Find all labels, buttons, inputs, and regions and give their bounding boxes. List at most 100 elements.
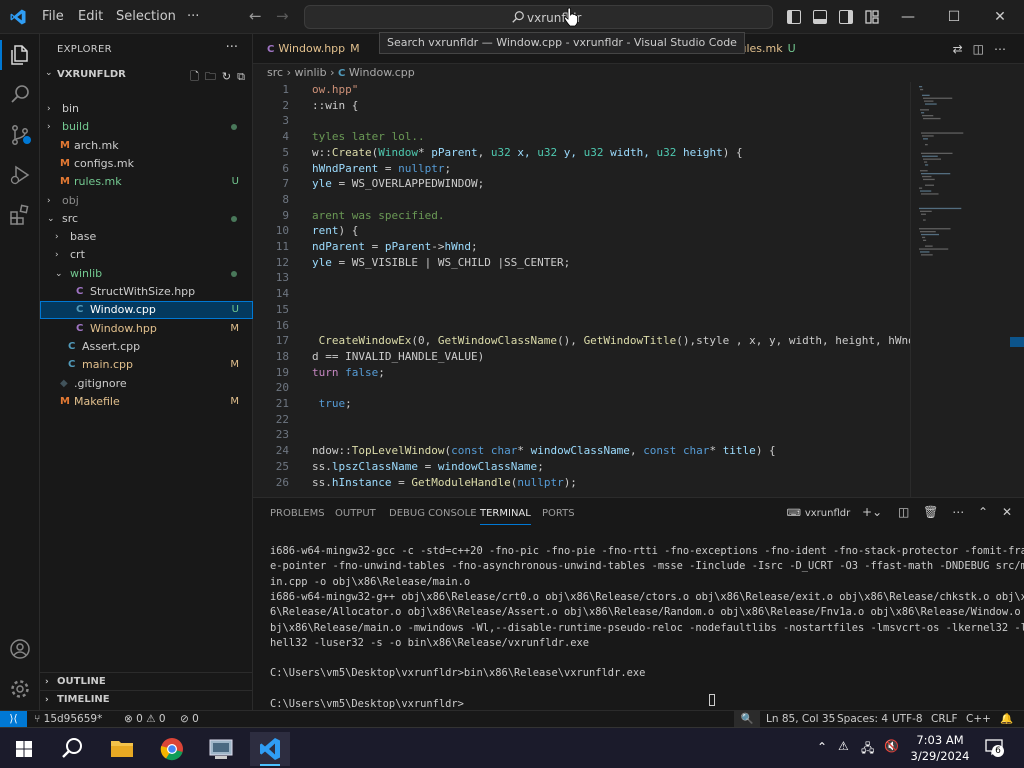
customize-layout-icon[interactable] xyxy=(865,10,879,24)
vscode-logo-icon[interactable] xyxy=(9,8,27,26)
nav-forward-icon[interactable]: → xyxy=(276,7,289,25)
code-token: nullptr xyxy=(398,161,445,175)
tab-output[interactable]: OUTPUT xyxy=(335,508,376,519)
windows-start-button[interactable] xyxy=(4,732,44,766)
network-warning-icon[interactable]: ⚠ xyxy=(838,739,849,753)
encoding-status[interactable]: UTF-8 xyxy=(892,711,923,727)
indentation-status[interactable]: Spaces: 4 xyxy=(837,711,888,727)
file-item-rules-mk[interactable]: Mrules.mk U xyxy=(40,173,253,191)
run-debug-icon[interactable] xyxy=(8,163,32,187)
file-item-main-cpp[interactable]: Cmain.cpp M xyxy=(40,356,253,374)
terminal-line: i686-w64-mingw32-g++ obj\x86\Release/crt… xyxy=(270,590,1024,603)
file-item--gitignore[interactable]: ◆ .gitignore xyxy=(40,375,253,393)
cursor-position[interactable]: Ln 85, Col 35 xyxy=(766,711,835,727)
taskbar-clock[interactable]: 7:03 AM 3/29/2024 xyxy=(900,732,980,764)
accounts-icon[interactable] xyxy=(8,637,32,661)
project-header[interactable]: ⌄ VXRUNFLDR 🗋 🗀 ↻ ⧉ xyxy=(40,65,253,85)
folder-item-build[interactable]: › build xyxy=(40,118,253,136)
problems-status[interactable]: ⊗ 0 ⚠ 0 xyxy=(124,711,166,727)
tab-window-hpp[interactable]: C Window.hpp M xyxy=(267,34,385,64)
eol-status[interactable]: CRLF xyxy=(931,711,958,727)
editor-scrollbar[interactable] xyxy=(1010,82,1024,497)
menu-file[interactable]: File xyxy=(42,9,64,24)
tab-debug-console[interactable]: DEBUG CONSOLE xyxy=(389,508,477,519)
taskbar-search-button[interactable] xyxy=(52,732,92,766)
tab-ports[interactable]: PORTS xyxy=(542,508,575,519)
menu-selection[interactable]: Selection xyxy=(116,9,176,24)
branch-status[interactable]: ⑂ 15d95659* xyxy=(34,711,102,727)
command-center-search[interactable]: vxrunfldr xyxy=(304,5,773,29)
minimap[interactable] xyxy=(910,82,1010,497)
outline-section[interactable]: › OUTLINE xyxy=(40,672,253,690)
menu-edit[interactable]: Edit xyxy=(78,9,103,24)
breadcrumb-winlib[interactable]: winlib xyxy=(294,66,326,79)
show-hidden-icons-icon[interactable]: ⌃ xyxy=(817,740,827,754)
terminal-name[interactable]: vxrunfldr xyxy=(805,508,850,519)
toggle-panel-icon[interactable] xyxy=(813,10,827,24)
source-control-icon[interactable] xyxy=(8,123,32,147)
breadcrumb-src[interactable]: src xyxy=(267,66,283,79)
file-item-window-hpp[interactable]: C Window.hpp M xyxy=(40,320,253,338)
remote-indicator-button[interactable]: ⟩⟨ xyxy=(0,711,27,728)
file-item-assert-cpp[interactable]: C Assert.cpp xyxy=(40,338,253,356)
maximize-button[interactable]: ☐ xyxy=(939,6,969,28)
menu-more[interactable]: ··· xyxy=(187,9,199,24)
breadcrumb-file[interactable]: Window.cpp xyxy=(349,66,415,79)
close-window-button[interactable]: ✕ xyxy=(985,6,1015,28)
folder-item-base[interactable]: › base xyxy=(40,228,253,246)
file-item-window-cpp[interactable]: C Window.cpp U xyxy=(40,301,253,320)
toggle-secondary-sidebar-icon[interactable] xyxy=(839,10,853,24)
minimap-line xyxy=(920,190,932,192)
more-actions-icon[interactable]: ⋯ xyxy=(994,42,1016,56)
explorer-more-button[interactable]: ··· xyxy=(226,40,238,55)
extensions-icon[interactable] xyxy=(8,203,32,227)
panel-more-icon[interactable]: ⋯ xyxy=(952,505,964,519)
new-file-icon[interactable]: 🗋 xyxy=(190,70,199,83)
split-editor-icon[interactable]: ◫ xyxy=(973,42,994,56)
file-item-arch-mk[interactable]: March.mk xyxy=(40,137,253,155)
compare-changes-icon[interactable]: ⇄ xyxy=(953,42,973,56)
tab-terminal[interactable]: TERMINAL xyxy=(480,508,531,525)
tab-problems[interactable]: PROBLEMS xyxy=(270,508,325,519)
file-item-configs-mk[interactable]: Mconfigs.mk xyxy=(40,155,253,173)
chrome-app[interactable] xyxy=(152,732,192,766)
code-editor[interactable]: 1 ow.hpp" 2::win {3 4 tyles later lol.. 5 w::C… xyxy=(253,82,910,497)
file-item-structwithsize-hpp[interactable]: C StructWithSize.hpp xyxy=(40,283,253,301)
minimize-button[interactable]: — xyxy=(893,6,923,28)
kill-terminal-icon[interactable]: 🗑 xyxy=(923,505,938,519)
close-panel-icon[interactable]: ✕ xyxy=(1002,505,1012,519)
settings-gear-icon[interactable] xyxy=(8,677,32,701)
language-mode[interactable]: C++ xyxy=(966,711,991,727)
nav-back-icon[interactable]: ← xyxy=(249,7,262,25)
file-item-makefile[interactable]: M Makefile M xyxy=(40,393,253,411)
folder-item-winlib[interactable]: ⌄ winlib xyxy=(40,265,253,283)
timeline-section[interactable]: › TIMELINE xyxy=(40,690,253,708)
folder-item-crt[interactable]: › crt xyxy=(40,246,253,264)
explorer-icon[interactable] xyxy=(8,43,32,67)
collapse-all-icon[interactable]: ⧉ xyxy=(237,70,245,83)
code-line: 5 w::Create(Window* pParent, u32 x, u32 y… xyxy=(253,145,910,161)
notifications-bell-icon[interactable]: 🔔 xyxy=(1000,711,1013,727)
tree-item-label: .gitignore xyxy=(74,376,127,390)
ports-status[interactable]: ⊘ 0 xyxy=(180,711,199,727)
terminal-icon: ⌨ xyxy=(786,508,801,519)
file-explorer-app[interactable] xyxy=(102,732,142,766)
search-view-icon[interactable] xyxy=(8,83,32,107)
vscode-app[interactable] xyxy=(250,732,290,766)
zoom-icon[interactable]: 🔍 xyxy=(734,711,760,727)
network-icon[interactable]: 🖧 xyxy=(861,739,874,760)
folder-item-bin[interactable]: › bin xyxy=(40,100,253,118)
split-terminal-icon[interactable]: ◫ xyxy=(898,505,909,519)
git-status-badge: U xyxy=(231,304,239,316)
volume-muted-icon[interactable]: 🔇 xyxy=(884,739,899,753)
folder-item-src[interactable]: ⌄ src xyxy=(40,210,253,228)
new-terminal-button[interactable]: +⌄ xyxy=(862,505,882,519)
toggle-primary-sidebar-icon[interactable] xyxy=(787,10,801,24)
refresh-icon[interactable]: ↻ xyxy=(222,70,231,83)
virtual-machine-app[interactable] xyxy=(201,732,241,766)
notification-center-button[interactable]: 6 xyxy=(984,738,1004,757)
minimap-line xyxy=(919,207,962,210)
new-folder-icon[interactable]: 🗀 xyxy=(205,70,216,83)
folder-item-obj[interactable]: › obj xyxy=(40,192,253,210)
maximize-panel-icon[interactable]: ⌃ xyxy=(978,505,988,519)
